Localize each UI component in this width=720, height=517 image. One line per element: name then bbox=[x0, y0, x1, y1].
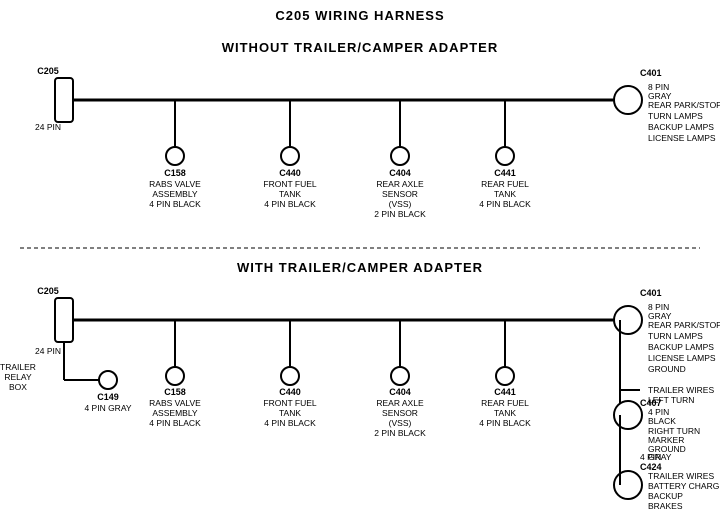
top-section-label: WITHOUT TRAILER/CAMPER ADAPTER bbox=[222, 40, 499, 55]
top-right-color: GRAY bbox=[648, 91, 672, 101]
top-right-label4: LICENSE LAMPS bbox=[648, 133, 716, 143]
top-c440-l2: TANK bbox=[279, 189, 301, 199]
bot-c424-l2: BATTERY CHARGE bbox=[648, 481, 720, 491]
top-c404-l2: SENSOR bbox=[382, 189, 418, 199]
bot-c440-l2: TANK bbox=[279, 408, 301, 418]
bot-c158-label: C158 bbox=[164, 387, 186, 397]
top-c441-l2: TANK bbox=[494, 189, 516, 199]
bot-c404-label: C404 bbox=[389, 387, 411, 397]
top-c441-l1: REAR FUEL bbox=[481, 179, 529, 189]
bot-right-label2: TURN LAMPS bbox=[648, 331, 703, 341]
top-c404-l1: REAR AXLE bbox=[376, 179, 424, 189]
bot-c149-pins: 4 PIN GRAY bbox=[84, 403, 131, 413]
bot-right-label1: REAR PARK/STOP bbox=[648, 320, 720, 330]
bot-right-label3: BACKUP LAMPS bbox=[648, 342, 714, 352]
bot-c404-l3: (VSS) bbox=[389, 418, 412, 428]
top-c404-label: C404 bbox=[389, 168, 411, 178]
bot-c407-l1: TRAILER WIRES bbox=[648, 385, 714, 395]
bot-c424-l1: TRAILER WIRES bbox=[648, 471, 714, 481]
top-c158-label: C158 bbox=[164, 168, 186, 178]
top-left-24pin: 24 PIN bbox=[35, 122, 61, 132]
bot-c158-l1: RABS VALVE bbox=[149, 398, 201, 408]
top-c441-l3: 4 PIN BLACK bbox=[479, 199, 531, 209]
bot-c158-l3: 4 PIN BLACK bbox=[149, 418, 201, 428]
bot-c441-l3: 4 PIN BLACK bbox=[479, 418, 531, 428]
bot-c404-l1: REAR AXLE bbox=[376, 398, 424, 408]
bot-c407-l2: LEFT TURN bbox=[648, 395, 694, 405]
top-c158-l3: 4 PIN BLACK bbox=[149, 199, 201, 209]
top-right-label2: TURN LAMPS bbox=[648, 111, 703, 121]
top-c158-l2: ASSEMBLY bbox=[152, 189, 198, 199]
bot-c441-l1: REAR FUEL bbox=[481, 398, 529, 408]
diagram-container: C205 WIRING HARNESS WITHOUT TRAILER/CAMP… bbox=[0, 0, 720, 517]
bot-c424-l3: BACKUP bbox=[648, 491, 683, 501]
bot-c158-l2: ASSEMBLY bbox=[152, 408, 198, 418]
bottom-section-label: WITH TRAILER/CAMPER ADAPTER bbox=[237, 260, 483, 275]
bot-c440-label: C440 bbox=[279, 387, 301, 397]
top-right-c401-label: C401 bbox=[640, 68, 662, 78]
top-right-label3: BACKUP LAMPS bbox=[648, 122, 714, 132]
top-c404-l3: (VSS) bbox=[389, 199, 412, 209]
bot-c404-l2: SENSOR bbox=[382, 408, 418, 418]
bot-left-24pin: 24 PIN bbox=[35, 346, 61, 356]
bot-relay-label1: TRAILER bbox=[0, 362, 36, 372]
bot-relay-label3: BOX bbox=[9, 382, 27, 392]
svg-text:GRAY: GRAY bbox=[648, 452, 672, 462]
top-c441-label: C441 bbox=[494, 168, 516, 178]
bot-c149-label: C149 bbox=[97, 392, 119, 402]
top-c440-l1: FRONT FUEL bbox=[263, 179, 316, 189]
top-right-label1: REAR PARK/STOP bbox=[648, 100, 720, 110]
bot-relay-label2: RELAY bbox=[4, 372, 32, 382]
bot-right-c401-label: C401 bbox=[640, 288, 662, 298]
top-c158-l1: RABS VALVE bbox=[149, 179, 201, 189]
bot-c441-l2: TANK bbox=[494, 408, 516, 418]
top-c404-l4: 2 PIN BLACK bbox=[374, 209, 426, 219]
bot-c424-l4: BRAKES bbox=[648, 501, 683, 511]
top-left-c205-label: C205 bbox=[37, 66, 59, 76]
top-c440-l3: 4 PIN BLACK bbox=[264, 199, 316, 209]
bot-c407-color: BLACK bbox=[648, 416, 676, 426]
bot-right-label5: GROUND bbox=[648, 364, 686, 374]
bot-c440-l3: 4 PIN BLACK bbox=[264, 418, 316, 428]
bot-c441-label: C441 bbox=[494, 387, 516, 397]
bot-c404-l4: 2 PIN BLACK bbox=[374, 428, 426, 438]
bot-right-label4: LICENSE LAMPS bbox=[648, 353, 716, 363]
bot-c440-l1: FRONT FUEL bbox=[263, 398, 316, 408]
bot-left-c205-label: C205 bbox=[37, 286, 59, 296]
top-c440-label: C440 bbox=[279, 168, 301, 178]
